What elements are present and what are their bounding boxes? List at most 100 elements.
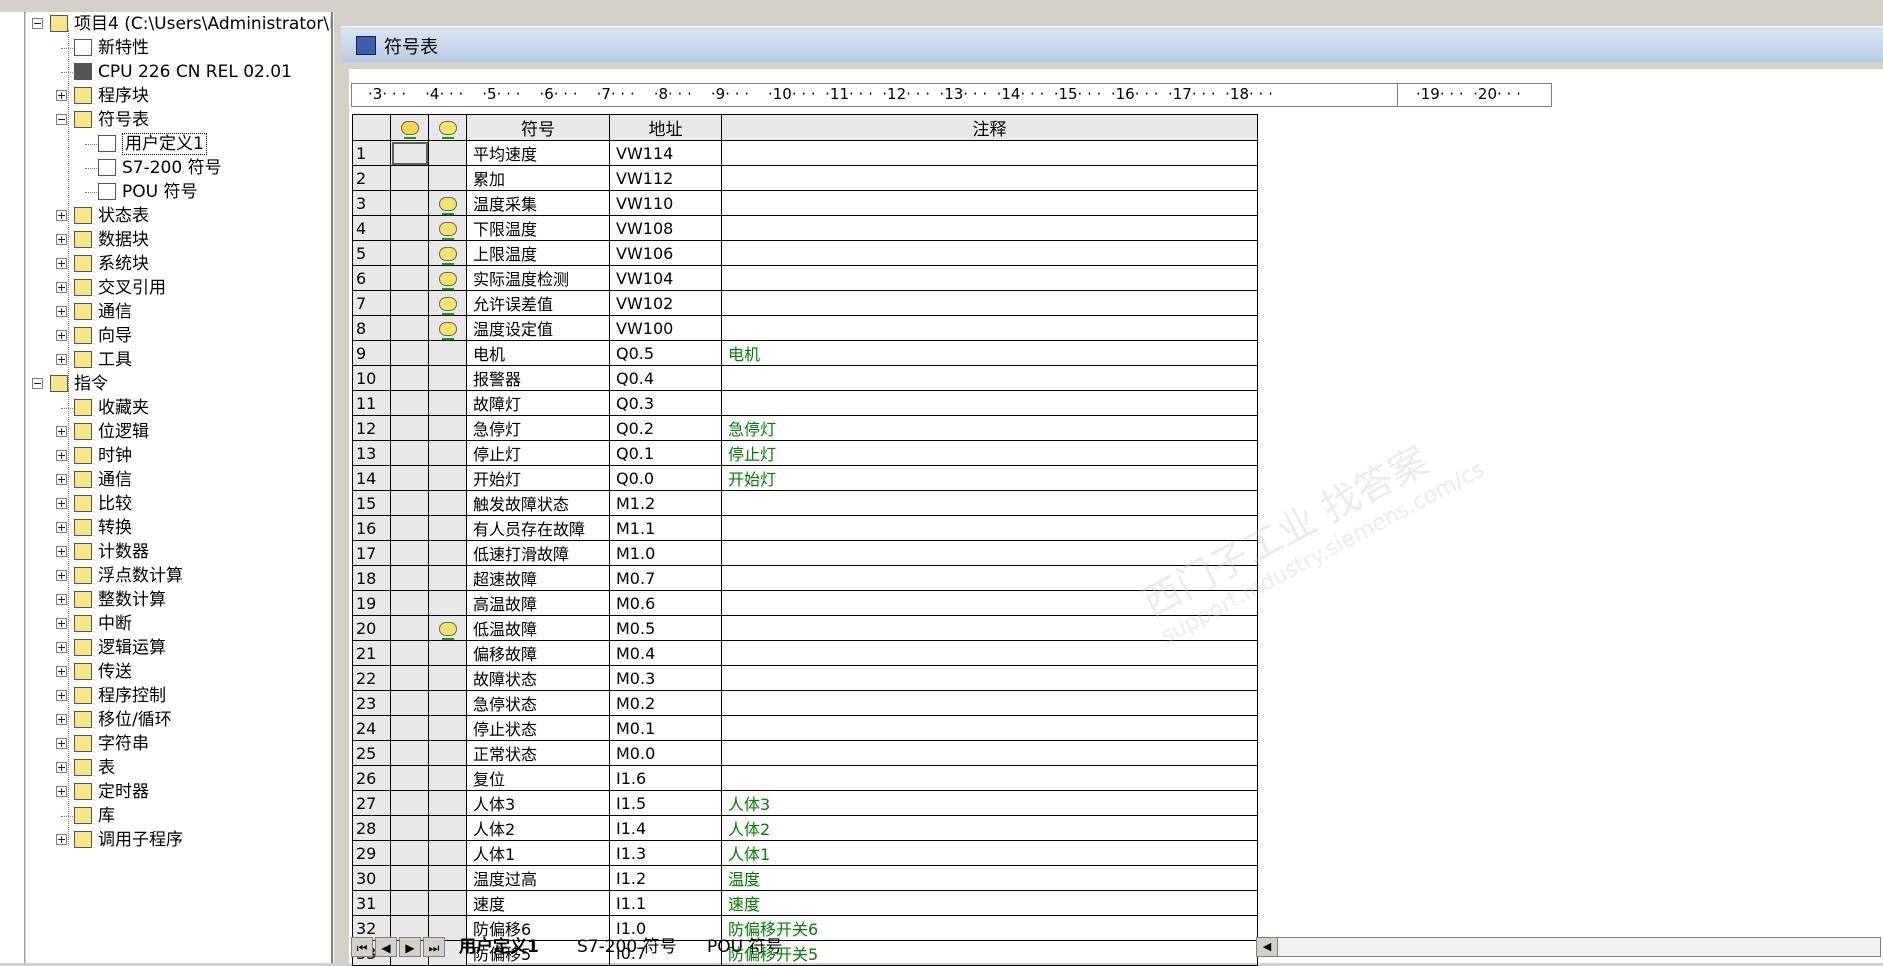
address-cell[interactable]: I1.2 <box>609 865 722 891</box>
comment-cell[interactable] <box>721 715 1258 741</box>
overlap-flag-cell[interactable] <box>390 665 429 691</box>
symbol-cell[interactable]: 急停状态 <box>466 690 610 716</box>
expand-icon[interactable]: + <box>56 450 67 461</box>
address-cell[interactable]: Q0.3 <box>609 390 722 416</box>
overlap-flag-cell[interactable] <box>390 240 429 266</box>
symbol-cell[interactable]: 低速打滑故障 <box>466 540 610 566</box>
prev-tab-button[interactable]: ◀ <box>375 937 397 957</box>
table-row[interactable]: 18 超速故障 M0.7 <box>352 565 1258 591</box>
unused-flag-cell[interactable] <box>428 490 467 516</box>
row-number[interactable]: 21 <box>352 640 391 666</box>
symbol-cell[interactable]: 人体2 <box>466 815 610 841</box>
comment-cell[interactable] <box>721 140 1258 166</box>
table-row[interactable]: 7 允许误差值 VW102 <box>352 290 1258 316</box>
unused-flag-cell[interactable] <box>428 515 467 541</box>
row-number[interactable]: 19 <box>352 590 391 616</box>
table-row[interactable]: 25 正常状态 M0.0 <box>352 740 1258 766</box>
table-row[interactable]: 28 人体2 I1.4 人体2 <box>352 815 1258 841</box>
symbol-cell[interactable]: 下限温度 <box>466 215 610 241</box>
symbol-cell[interactable]: 人体1 <box>466 840 610 866</box>
row-number[interactable]: 29 <box>352 840 391 866</box>
row-number[interactable]: 27 <box>352 790 391 816</box>
table-row[interactable]: 5 上限温度 VW106 <box>352 240 1258 266</box>
overlap-flag-cell[interactable] <box>390 465 429 491</box>
symbol-cell[interactable]: 开始灯 <box>466 465 610 491</box>
address-cell[interactable]: M0.2 <box>609 690 722 716</box>
address-cell[interactable]: M1.0 <box>609 540 722 566</box>
comment-cell[interactable]: 停止灯 <box>721 440 1258 466</box>
unused-flag-cell[interactable] <box>428 565 467 591</box>
comment-cell[interactable] <box>721 690 1258 716</box>
unused-flag-cell[interactable] <box>428 315 467 341</box>
overlap-flag-cell[interactable] <box>390 790 429 816</box>
row-number[interactable]: 7 <box>352 290 391 316</box>
unused-flag-cell[interactable] <box>428 890 467 916</box>
row-number[interactable]: 24 <box>352 715 391 741</box>
expand-icon[interactable]: + <box>56 498 67 509</box>
comment-cell[interactable] <box>721 565 1258 591</box>
comment-cell[interactable] <box>721 615 1258 641</box>
address-column-header[interactable]: 地址 <box>609 114 722 141</box>
symbol-cell[interactable]: 温度过高 <box>466 865 610 891</box>
unused-flag-cell[interactable] <box>428 740 467 766</box>
address-cell[interactable]: Q0.1 <box>609 440 722 466</box>
expand-icon[interactable]: + <box>56 474 67 485</box>
unused-flag-cell[interactable] <box>428 765 467 791</box>
symbol-cell[interactable]: 急停灯 <box>466 415 610 441</box>
expand-icon[interactable]: + <box>56 426 67 437</box>
symbol-cell[interactable]: 温度设定值 <box>466 315 610 341</box>
row-number[interactable]: 23 <box>352 690 391 716</box>
expand-icon[interactable]: + <box>56 210 67 221</box>
overlap-flag-cell[interactable] <box>390 490 429 516</box>
overlap-flag-cell[interactable] <box>390 365 429 391</box>
overlap-flag-cell[interactable] <box>390 740 429 766</box>
row-number[interactable]: 28 <box>352 815 391 841</box>
address-cell[interactable]: VW102 <box>609 290 722 316</box>
tab-s7-200-symbols[interactable]: S7-200 符号 <box>571 935 683 959</box>
comment-cell[interactable] <box>721 390 1258 416</box>
project-tree[interactable]: − 项目4 (C:\Users\Administrator\De 新特性 CPU 22… <box>26 12 333 963</box>
expand-icon[interactable]: + <box>56 546 67 557</box>
expand-icon[interactable]: + <box>56 666 67 677</box>
symbol-cell[interactable]: 停止状态 <box>466 715 610 741</box>
address-cell[interactable]: I1.4 <box>609 815 722 841</box>
address-cell[interactable]: M0.7 <box>609 565 722 591</box>
comment-cell[interactable]: 电机 <box>721 340 1258 366</box>
comment-cell[interactable] <box>721 490 1258 516</box>
unused-flag-cell[interactable] <box>428 290 467 316</box>
address-cell[interactable]: M0.1 <box>609 715 722 741</box>
table-row[interactable]: 22 故障状态 M0.3 <box>352 665 1258 691</box>
address-cell[interactable]: M0.4 <box>609 640 722 666</box>
address-cell[interactable]: M1.2 <box>609 490 722 516</box>
address-cell[interactable]: M1.1 <box>609 515 722 541</box>
overlap-flag-cell[interactable] <box>390 890 429 916</box>
unused-flag-cell[interactable] <box>428 840 467 866</box>
table-row[interactable]: 14 开始灯 Q0.0 开始灯 <box>352 465 1258 491</box>
symbol-cell[interactable]: 平均速度 <box>466 140 610 166</box>
overlap-flag-cell[interactable] <box>390 290 429 316</box>
unused-flag-cell[interactable] <box>428 790 467 816</box>
table-row[interactable]: 2 累加 VW112 <box>352 165 1258 191</box>
table-row[interactable]: 11 故障灯 Q0.3 <box>352 390 1258 416</box>
first-tab-button[interactable]: ⏮ <box>351 937 373 957</box>
symbol-cell[interactable]: 报警器 <box>466 365 610 391</box>
address-cell[interactable]: I1.6 <box>609 765 722 791</box>
comment-cell[interactable] <box>721 515 1258 541</box>
symbol-cell[interactable]: 允许误差值 <box>466 290 610 316</box>
collapse-icon[interactable]: − <box>32 18 43 29</box>
comment-cell[interactable] <box>721 590 1258 616</box>
table-row[interactable]: 20 低温故障 M0.5 <box>352 615 1258 641</box>
overlap-flag-cell[interactable] <box>390 815 429 841</box>
table-row[interactable]: 3 温度采集 VW110 <box>352 190 1258 216</box>
comment-cell[interactable] <box>721 765 1258 791</box>
unused-flag-cell[interactable] <box>428 590 467 616</box>
comment-cell[interactable]: 人体2 <box>721 815 1258 841</box>
address-cell[interactable]: M0.3 <box>609 665 722 691</box>
comment-cell[interactable] <box>721 165 1258 191</box>
overlap-flag-cell[interactable] <box>390 590 429 616</box>
collapse-icon[interactable]: − <box>56 114 67 125</box>
unused-flag-cell[interactable] <box>428 865 467 891</box>
row-number[interactable]: 25 <box>352 740 391 766</box>
expand-icon[interactable]: + <box>56 738 67 749</box>
unused-flag-cell[interactable] <box>428 715 467 741</box>
